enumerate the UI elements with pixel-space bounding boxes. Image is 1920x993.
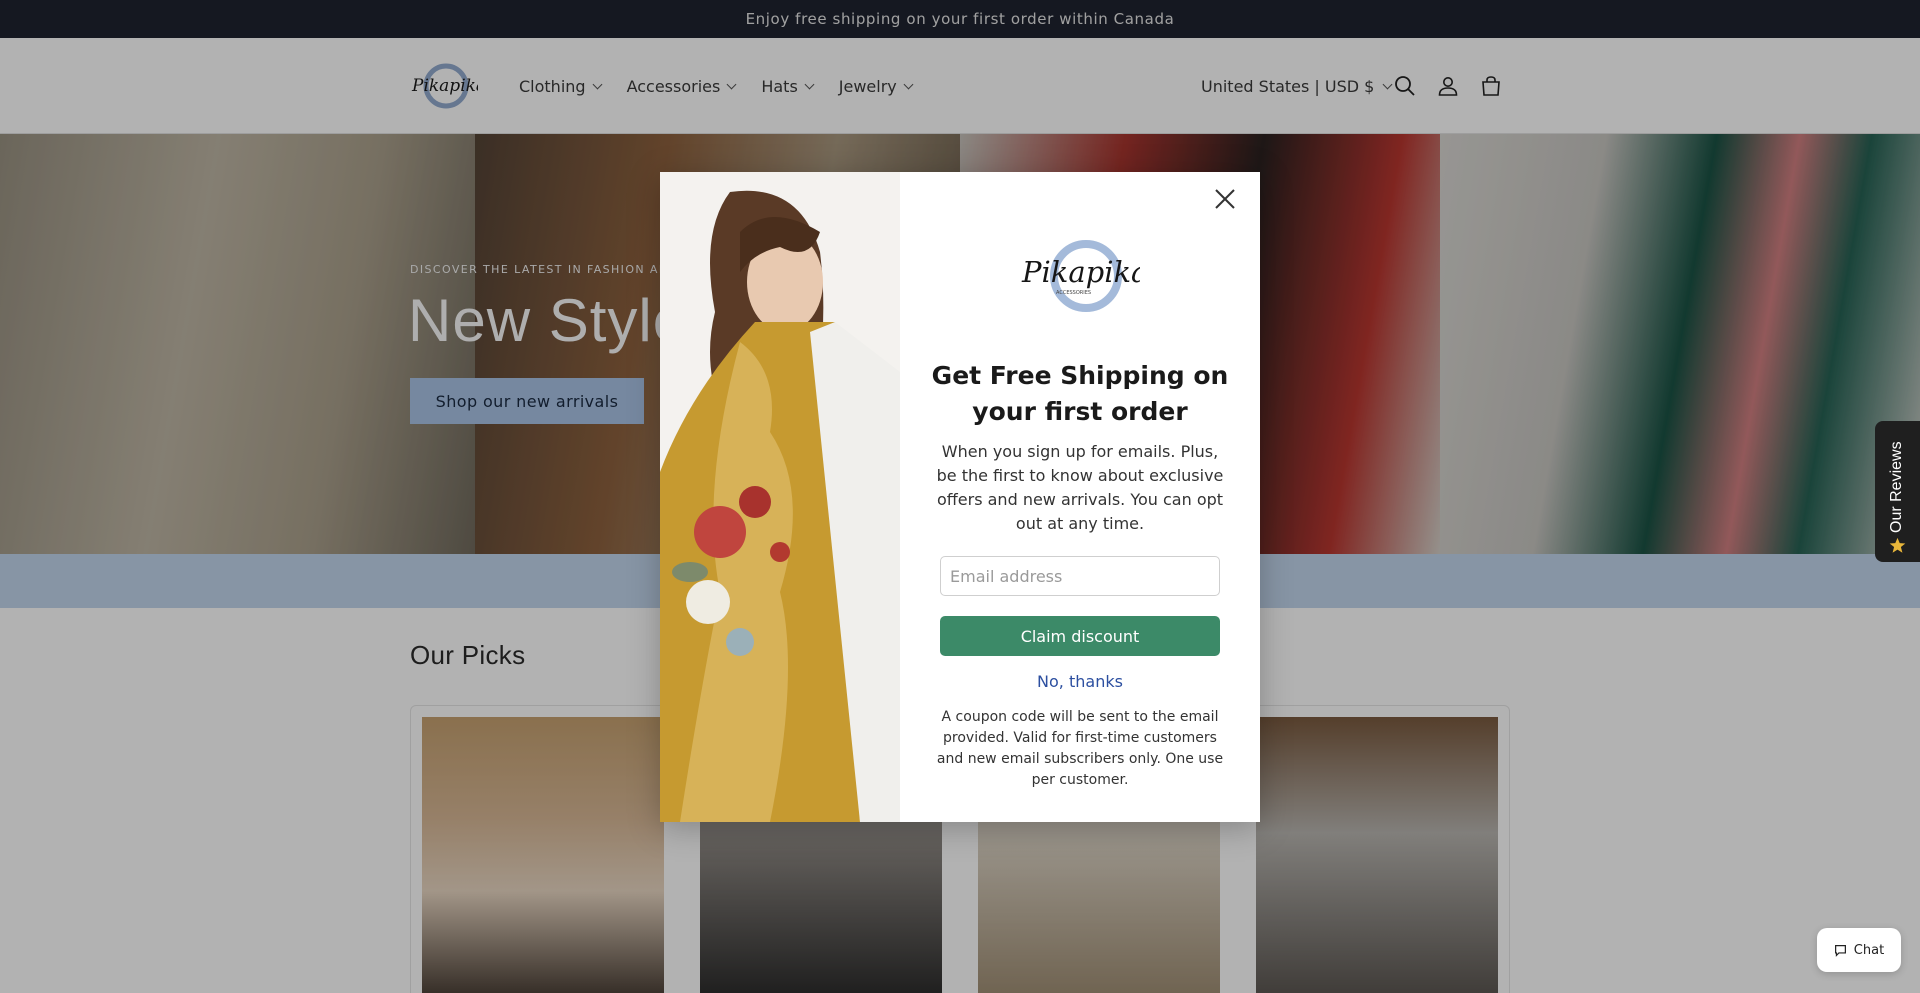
no-thanks-link[interactable]: No, thanks (930, 672, 1230, 691)
email-field[interactable] (940, 556, 1220, 596)
svg-text:ACCESSORIES: ACCESSORIES (1056, 290, 1091, 296)
modal-title: Get Free Shipping on your first order (931, 361, 1229, 426)
model-scarf-image (660, 172, 900, 822)
chat-bubble-icon (1834, 944, 1846, 957)
modal-logo: Pikapika ACCESSORIES (1021, 240, 1140, 312)
chat-button[interactable]: Chat (1817, 928, 1901, 972)
claim-discount-button[interactable]: Claim discount (940, 616, 1220, 656)
fine-print: A coupon code will be sent to the email … (936, 709, 1224, 788)
email-signup-modal: Pikapika ACCESSORIES Get Free Shipping o… (660, 172, 1260, 822)
reviews-tab[interactable]: Our Reviews (1875, 421, 1920, 562)
svg-text:Pikapika: Pikapika (1021, 255, 1140, 289)
modal-image (660, 172, 900, 822)
chat-label: Chat (1853, 942, 1885, 958)
modal-description: When you sign up for emails. Plus, be th… (936, 442, 1224, 533)
star-icon (1889, 537, 1906, 553)
reviews-label: Our Reviews (1888, 441, 1905, 533)
close-icon[interactable] (1210, 184, 1240, 214)
